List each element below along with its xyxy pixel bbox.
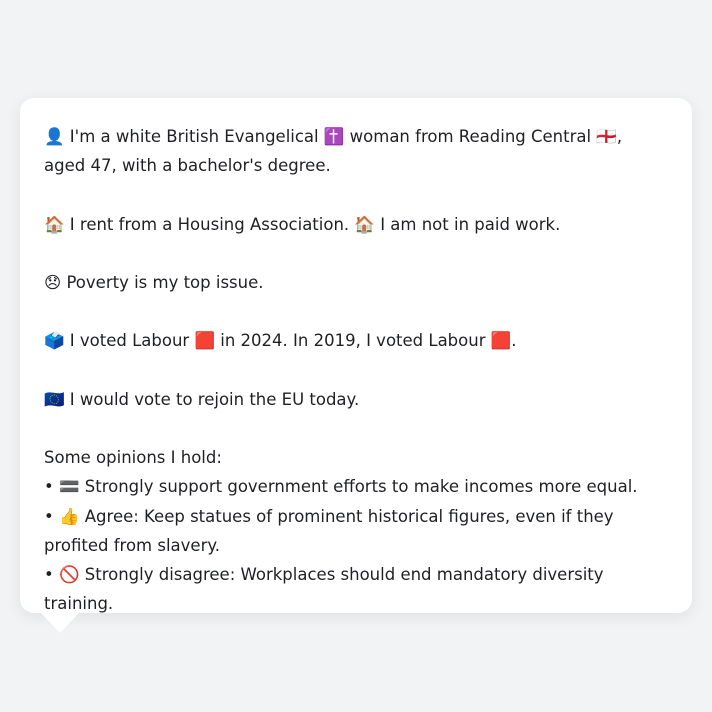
opinion-item: • 🚫 Strongly disagree: Workplaces should… [44, 564, 604, 614]
voting-history-text: 🗳️ I voted Labour 🟥 in 2024. In 2019, I … [44, 331, 517, 351]
opinion-item: • 🟰 Strongly support government efforts … [44, 477, 638, 497]
housing-text: 🏠 I rent from a Housing Association. 🏠 I… [44, 214, 561, 234]
persona-message-bubble: 👤 I'm a white British Evangelical ✝️ wom… [20, 98, 692, 613]
opinions-section: Some opinions I hold: • 🟰 Strongly suppo… [44, 443, 668, 618]
opinion-item: • 👍 Agree: Keep statues of prominent his… [44, 506, 614, 555]
top-issue-text: 😞 Poverty is my top issue. [44, 272, 264, 292]
identity-text: 👤 I'm a white British Evangelical ✝️ wom… [44, 127, 623, 176]
bubble-tail [40, 612, 80, 633]
eu-stance-text: 🇪🇺 I would vote to rejoin the EU today. [44, 389, 360, 409]
opinions-heading: Some opinions I hold: [44, 448, 222, 468]
